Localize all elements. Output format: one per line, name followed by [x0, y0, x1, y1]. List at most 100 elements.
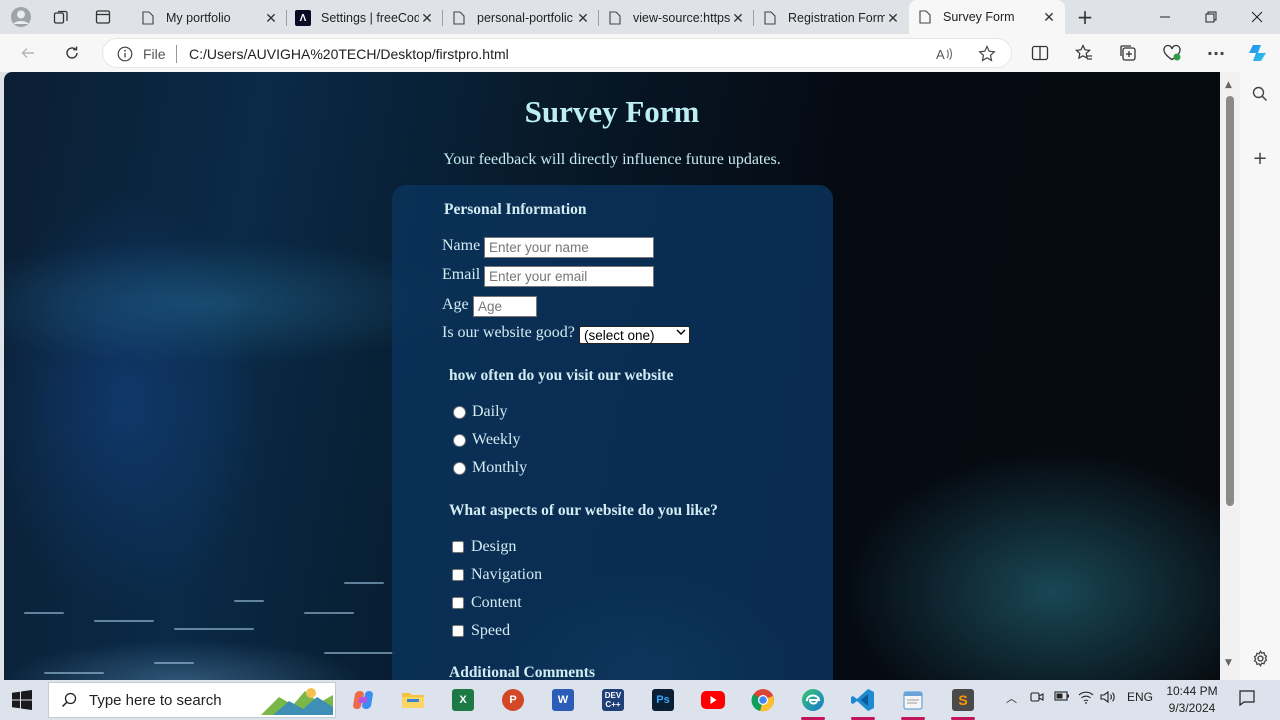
wifi-icon[interactable]: [1078, 690, 1094, 707]
windows-taskbar: Type here to search X P W DEV C++ Ps S ︿…: [0, 680, 1280, 720]
close-tab-icon[interactable]: ✕: [730, 10, 746, 26]
close-tab-icon[interactable]: ✕: [1041, 9, 1057, 25]
battery-icon[interactable]: [1054, 690, 1070, 705]
close-tab-icon[interactable]: ✕: [419, 10, 435, 26]
radio-daily[interactable]: [453, 406, 466, 419]
more-options-icon[interactable]: ···: [1202, 40, 1230, 66]
volume-icon[interactable]: [1100, 690, 1116, 707]
scroll-up-icon[interactable]: ▲: [1225, 80, 1232, 90]
close-tab-icon[interactable]: ✕: [575, 10, 591, 26]
checkbox-design[interactable]: [452, 541, 464, 553]
close-tab-icon[interactable]: ✕: [263, 10, 279, 26]
copilot-icon[interactable]: [1244, 40, 1272, 66]
workspaces-icon[interactable]: [48, 5, 74, 29]
photoshop-icon[interactable]: Ps: [643, 684, 683, 716]
radio-label-daily: Daily: [472, 403, 508, 420]
tab-strip: My portfolio ✕ Λ Settings | freeCod ✕ pe…: [0, 0, 1280, 34]
radio-monthly[interactable]: [453, 462, 466, 475]
copilot-app-icon[interactable]: [343, 684, 383, 716]
search-highlight-image: [259, 685, 333, 715]
freecodecamp-icon: Λ: [295, 10, 311, 26]
sublime-text-icon[interactable]: S: [943, 684, 983, 720]
svg-text:A: A: [936, 47, 945, 61]
checkbox-label-navigation: Navigation: [471, 566, 543, 583]
aspects-header: What aspects of our website do you like?: [449, 502, 718, 519]
radio-weekly[interactable]: [453, 434, 466, 447]
document-icon: [140, 10, 156, 26]
profile-avatar-icon[interactable]: [8, 5, 34, 29]
checkbox-navigation[interactable]: [452, 569, 464, 581]
show-hidden-icons-icon[interactable]: ︿: [1006, 690, 1017, 706]
personal-info-header: Personal Information: [444, 201, 587, 218]
add-sidebar-app-icon[interactable]: +: [1248, 146, 1272, 170]
taskbar-search-box[interactable]: Type here to search: [48, 682, 336, 718]
tab-survey-form[interactable]: Survey Form ✕: [909, 0, 1065, 34]
vertical-tabs-icon[interactable]: [90, 5, 116, 29]
address-bar[interactable]: File C:/Users/AUVIGHA%20TECH/Desktop/fir…: [102, 38, 1012, 68]
email-input[interactable]: [484, 266, 654, 287]
survey-form: Personal Information Name Email Age Is o…: [392, 185, 833, 680]
dev-cpp-icon[interactable]: DEV C++: [593, 684, 633, 716]
document-icon: [451, 10, 467, 26]
file-explorer-icon[interactable]: [393, 684, 433, 716]
visit-frequency-header: how often do you visit our website: [449, 367, 674, 384]
address-divider: [176, 45, 177, 63]
url-text[interactable]: C:/Users/AUVIGHA%20TECH/Desktop/firstpro…: [189, 46, 509, 62]
website-good-select[interactable]: (select one): [579, 326, 690, 344]
tab-title: Survey Form: [943, 10, 1015, 24]
page-title: Survey Form: [524, 94, 700, 129]
close-tab-icon[interactable]: ✕: [885, 10, 901, 26]
tab-title: Registration Form: [788, 11, 885, 25]
refresh-icon[interactable]: [58, 40, 86, 66]
meet-now-icon[interactable]: [1030, 690, 1044, 707]
notepad-icon[interactable]: [893, 684, 933, 720]
restore-icon[interactable]: [1188, 0, 1234, 34]
chevron-down-icon: [676, 328, 686, 339]
split-screen-icon[interactable]: [1026, 40, 1054, 66]
tab-my-portfolio[interactable]: My portfolio ✕: [132, 2, 287, 34]
chrome-icon[interactable]: [743, 684, 783, 716]
tab-title: view-source:https:: [633, 11, 730, 25]
back-icon[interactable]: [14, 40, 42, 66]
info-icon[interactable]: [117, 46, 133, 65]
excel-icon[interactable]: X: [443, 684, 483, 716]
read-aloud-icon[interactable]: A: [935, 44, 955, 64]
youtube-icon[interactable]: [693, 684, 733, 716]
windows-start-icon[interactable]: [10, 688, 34, 712]
browser-toolbar: File C:/Users/AUVIGHA%20TECH/Desktop/fir…: [0, 34, 1280, 72]
favorite-star-icon[interactable]: [977, 44, 997, 64]
tab-view-source[interactable]: view-source:https: ✕: [599, 2, 754, 34]
search-icon[interactable]: [1248, 82, 1272, 106]
tab-personal-portfolio[interactable]: personal-portfolic ✕: [443, 2, 599, 34]
scroll-down-icon[interactable]: ▼: [1225, 658, 1232, 668]
name-input[interactable]: [484, 237, 654, 258]
vscode-icon[interactable]: [843, 684, 883, 720]
website-good-label: Is our website good?: [442, 324, 575, 341]
scrollbar-thumb[interactable]: [1226, 96, 1234, 506]
edge-sidebar: +: [1240, 72, 1280, 680]
edge-icon[interactable]: [793, 684, 833, 720]
word-icon[interactable]: W: [543, 684, 583, 716]
new-tab-icon[interactable]: +: [1072, 5, 1098, 29]
collections-icon[interactable]: [1114, 40, 1142, 66]
email-label: Email: [442, 266, 481, 283]
minimize-icon[interactable]: [1142, 0, 1188, 34]
tab-registration-form[interactable]: Registration Form ✕: [754, 2, 909, 34]
name-label: Name: [442, 237, 481, 254]
search-placeholder: Type here to search: [89, 692, 222, 709]
close-window-icon[interactable]: [1234, 0, 1280, 34]
browser-essentials-icon[interactable]: [1158, 40, 1186, 66]
language-indicator[interactable]: ENG: [1127, 690, 1153, 704]
age-input[interactable]: [473, 296, 537, 317]
vertical-scrollbar[interactable]: ▲ ▼: [1220, 72, 1240, 680]
favorites-icon[interactable]: [1070, 40, 1098, 66]
checkbox-content[interactable]: [452, 597, 464, 609]
powerpoint-icon[interactable]: P: [493, 684, 533, 716]
age-label: Age: [442, 296, 469, 313]
settings-gear-icon[interactable]: [1248, 646, 1272, 670]
notifications-icon[interactable]: [1238, 689, 1256, 710]
tab-settings-freecodecamp[interactable]: Λ Settings | freeCod ✕: [287, 2, 443, 34]
system-clock[interactable]: 10:44 PM 9/3/2024: [1162, 683, 1222, 717]
clock-time: 10:44 PM: [1166, 684, 1218, 698]
checkbox-speed[interactable]: [452, 625, 464, 637]
